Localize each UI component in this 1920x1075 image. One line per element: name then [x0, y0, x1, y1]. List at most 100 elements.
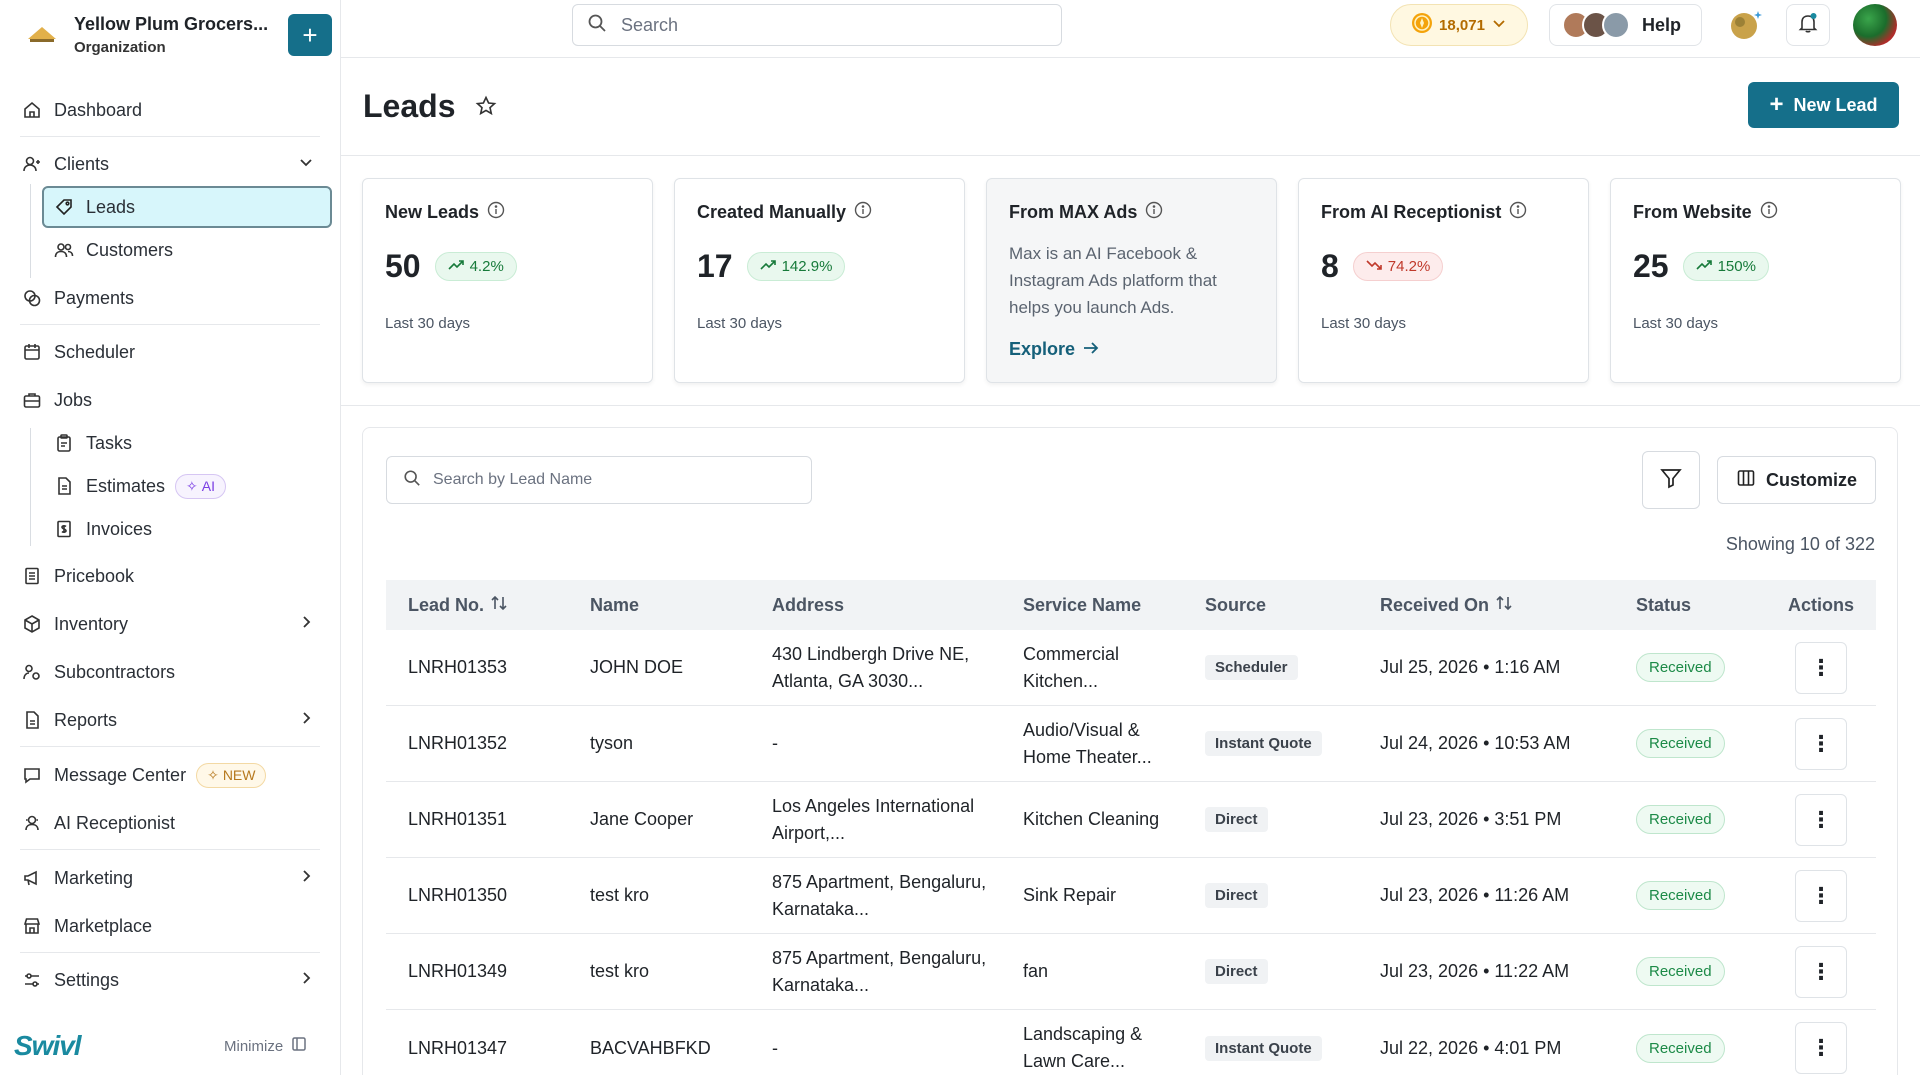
sidebar-item-dashboard[interactable]: Dashboard — [20, 90, 320, 130]
info-icon[interactable] — [854, 201, 872, 224]
chevron-right-icon — [298, 868, 314, 889]
row-actions-button[interactable]: ⋮ — [1795, 717, 1847, 770]
search-icon — [587, 13, 607, 38]
row-actions-button[interactable]: ⋮ — [1795, 793, 1847, 846]
sidebar-toggle-icon — [291, 1036, 307, 1056]
source-tag: Direct — [1205, 807, 1268, 832]
info-icon[interactable] — [1760, 201, 1778, 224]
status-badge: Received — [1636, 729, 1725, 758]
cell-lead-no: LNRH01349 — [408, 961, 508, 981]
cell-lead-no: LNRH01347 — [408, 1037, 508, 1058]
cell-name: JOHN DOE — [590, 657, 684, 677]
info-icon[interactable] — [1145, 201, 1163, 224]
book-icon — [20, 564, 44, 588]
ai-assistant-button[interactable] — [1724, 4, 1768, 46]
status-badge: Received — [1636, 881, 1725, 910]
sidebar-item-pricebook[interactable]: Pricebook — [20, 556, 320, 596]
source-tag: Direct — [1205, 883, 1268, 908]
status-badge: Received — [1636, 653, 1725, 682]
org-logo — [22, 15, 62, 55]
cell-received: Jul 23, 2026 • 3:51 PM — [1380, 809, 1562, 829]
sidebar-item-label: Reports — [54, 709, 118, 730]
table-row[interactable]: LNRH01353 JOHN DOE 430 Lindbergh Drive N… — [386, 630, 1876, 706]
notifications-button[interactable] — [1786, 4, 1830, 46]
sidebar-item-subcontractors[interactable]: Subcontractors — [20, 652, 320, 692]
explore-label: Explore — [1009, 339, 1076, 359]
arrow-right-icon — [1083, 339, 1099, 360]
more-vertical-icon: ⋮ — [1810, 958, 1832, 984]
briefcase-icon — [20, 388, 44, 412]
profile-avatar[interactable] — [1853, 4, 1897, 46]
customize-button[interactable]: Customize — [1717, 456, 1876, 504]
table-row[interactable]: LNRH01352 tyson - Audio/Visual & Home Th… — [386, 706, 1876, 782]
table-row[interactable]: LNRH01347 BACVAHBFKD - Landscaping & Law… — [386, 1010, 1876, 1075]
column-address: Address — [772, 594, 845, 615]
sidebar-item-ai-receptionist[interactable]: AI Receptionist — [20, 803, 320, 843]
column-lead-no[interactable]: Lead No. — [386, 595, 568, 616]
divider — [20, 952, 320, 953]
filter-button[interactable] — [1642, 451, 1700, 509]
global-search-input[interactable]: Search — [572, 4, 1062, 46]
sidebar-item-marketing[interactable]: Marketing — [20, 858, 320, 898]
sidebar-item-jobs[interactable]: Jobs — [20, 380, 320, 420]
new-lead-button[interactable]: + New Lead — [1748, 82, 1899, 128]
row-actions-button[interactable]: ⋮ — [1795, 869, 1847, 922]
sidebar-item-estimates[interactable]: Estimates ✧ AI — [52, 466, 332, 506]
sidebar-item-customers[interactable]: Customers — [52, 230, 332, 270]
sidebar-item-settings[interactable]: Settings — [20, 960, 320, 1000]
filter-icon — [1659, 466, 1683, 495]
row-actions-button[interactable]: ⋮ — [1795, 945, 1847, 998]
quick-add-button[interactable]: + — [288, 14, 332, 56]
status-badge: Received — [1636, 957, 1725, 986]
sidebar-item-reports[interactable]: Reports — [20, 700, 320, 740]
org-switcher[interactable]: Yellow Plum Grocers... Organization + — [22, 10, 332, 60]
sidebar-item-label: Tasks — [86, 432, 133, 453]
stat-card-website: From Website 25 150% Last 30 days — [1610, 178, 1901, 383]
sidebar-item-leads[interactable]: Leads — [52, 187, 332, 227]
leads-table-panel: Search by Lead Name Customize Showing 10… — [362, 427, 1898, 1075]
table-row[interactable]: LNRH01349 test kro 875 Apartment, Bengal… — [386, 934, 1876, 1010]
table-row[interactable]: LNRH01351 Jane Cooper Los Angeles Intern… — [386, 782, 1876, 858]
customize-label: Customize — [1765, 469, 1857, 490]
row-actions-button[interactable]: ⋮ — [1795, 1022, 1847, 1074]
cell-lead-no: LNRH01352 — [408, 733, 508, 753]
trend-value: 150% — [1717, 258, 1756, 275]
new-lead-label: New Lead — [1793, 94, 1878, 115]
lead-search-placeholder: Search by Lead Name — [433, 471, 593, 488]
row-actions-button[interactable]: ⋮ — [1795, 641, 1847, 694]
chevron-down-icon — [1491, 15, 1507, 35]
sidebar-item-inventory[interactable]: Inventory — [20, 604, 320, 644]
megaphone-icon — [20, 866, 44, 890]
cell-received: Jul 25, 2026 • 1:16 AM — [1380, 657, 1561, 677]
cell-name: test kro — [590, 961, 650, 981]
card-value: 50 — [385, 248, 421, 284]
explore-link[interactable]: Explore — [1009, 339, 1254, 360]
card-footer: Last 30 days — [385, 315, 471, 332]
credits-button[interactable]: 18,071 — [1390, 4, 1528, 46]
ai-orb-icon — [1731, 11, 1762, 39]
info-icon[interactable] — [1509, 201, 1527, 224]
sidebar-item-marketplace[interactable]: Marketplace — [20, 906, 320, 946]
sidebar-item-invoices[interactable]: Invoices — [52, 509, 332, 549]
cell-lead-no: LNRH01353 — [408, 657, 508, 677]
sidebar-item-label: Customers — [86, 239, 174, 260]
lead-search-input[interactable]: Search by Lead Name — [386, 456, 812, 504]
more-vertical-icon: ⋮ — [1810, 654, 1832, 680]
sidebar-item-label: Scheduler — [54, 341, 136, 362]
divider — [20, 136, 320, 137]
cell-address: 875 Apartment, Bengaluru, Karnataka... — [772, 947, 987, 995]
chevron-right-icon — [298, 614, 314, 635]
info-icon[interactable] — [487, 201, 505, 224]
minimize-button[interactable]: Minimize — [224, 1036, 307, 1056]
table-row[interactable]: LNRH01350 test kro 875 Apartment, Bengal… — [386, 858, 1876, 934]
sidebar-item-tasks[interactable]: Tasks — [52, 423, 332, 463]
sidebar-item-message-center[interactable]: Message Center ✧ NEW — [20, 755, 320, 795]
user-link-icon — [20, 660, 44, 684]
star-icon[interactable] — [475, 88, 497, 125]
column-received-on[interactable]: Received On — [1358, 595, 1614, 616]
sidebar-item-clients[interactable]: Clients — [20, 144, 320, 184]
sidebar-item-payments[interactable]: Payments — [20, 278, 320, 318]
sidebar-item-scheduler[interactable]: Scheduler — [20, 332, 320, 372]
help-button[interactable]: Help — [1549, 4, 1702, 46]
trend-value: 4.2% — [469, 258, 504, 275]
